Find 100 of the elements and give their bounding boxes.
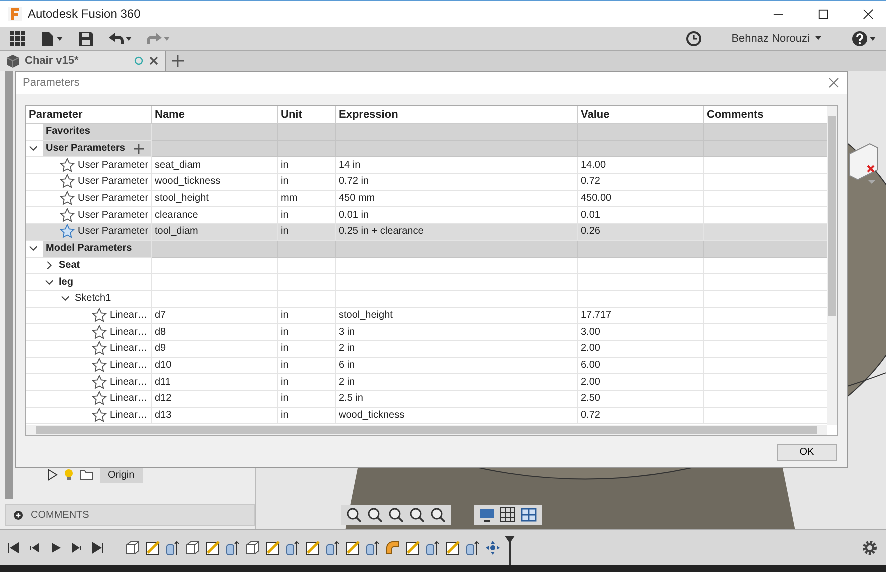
value-cell: 6.00 xyxy=(578,358,704,374)
sketch-feature-icon[interactable] xyxy=(405,540,421,556)
sketch-feature-icon[interactable] xyxy=(305,540,321,556)
sketch-feature-icon[interactable] xyxy=(145,540,161,556)
expression-cell: 6 in xyxy=(336,358,578,374)
close-tab-icon[interactable] xyxy=(149,56,159,66)
star-icon[interactable] xyxy=(92,341,107,356)
extrude-feature-icon[interactable] xyxy=(325,540,341,556)
box-feature-icon[interactable] xyxy=(125,540,141,556)
grid-icon[interactable] xyxy=(500,507,516,523)
last-icon[interactable] xyxy=(92,542,104,554)
parameter-type: User Parameter xyxy=(78,176,149,188)
star-icon[interactable] xyxy=(92,408,107,424)
fillet-feature-icon[interactable] xyxy=(385,540,401,556)
move-feature-icon[interactable] xyxy=(485,540,501,556)
group-label[interactable]: User Parameters xyxy=(43,140,151,156)
box-feature-icon[interactable] xyxy=(245,540,261,556)
parameter-row[interactable]: Linear… d7 in stool_height 17.717 xyxy=(26,308,827,324)
parameter-row[interactable]: User Parameter tool_diam in 0.25 in + clearance 0.26 xyxy=(26,224,827,241)
parameter-row[interactable]: Linear… d9 in 2 in 2.00 xyxy=(26,340,827,358)
expand-triangle-icon[interactable] xyxy=(48,469,58,481)
cube-icon xyxy=(6,54,20,68)
star-icon[interactable] xyxy=(60,174,75,190)
settings-icon[interactable] xyxy=(862,540,878,556)
browser-item[interactable]: Origin xyxy=(100,468,143,482)
chevron-icon[interactable] xyxy=(29,144,38,154)
unit-cell: in xyxy=(278,224,336,241)
viewports-icon[interactable] xyxy=(521,507,537,523)
group-label[interactable]: Model Parameters xyxy=(43,240,151,256)
parameter-row[interactable]: Linear… d11 in 2 in 2.00 xyxy=(26,374,827,391)
save-icon[interactable] xyxy=(78,30,94,46)
sketch-feature-icon[interactable] xyxy=(205,540,221,556)
chevron-icon[interactable] xyxy=(45,278,54,287)
tree-node-label[interactable]: leg xyxy=(59,276,74,288)
extrude-feature-icon[interactable] xyxy=(165,540,181,556)
extrude-feature-icon[interactable] xyxy=(285,540,301,556)
close-dialog-icon[interactable] xyxy=(829,78,839,88)
timeline-marker-icon[interactable] xyxy=(505,536,515,566)
ok-button[interactable]: OK xyxy=(777,444,837,461)
group-label[interactable]: Favorites xyxy=(43,124,151,140)
sketch-feature-icon[interactable] xyxy=(265,540,281,556)
star-icon[interactable] xyxy=(92,308,107,323)
star-icon[interactable] xyxy=(92,391,107,406)
tree-node-label[interactable]: Seat xyxy=(59,260,80,271)
prev-icon[interactable] xyxy=(29,542,41,554)
clock-icon[interactable] xyxy=(686,30,702,46)
horizontal-scrollbar[interactable] xyxy=(26,425,827,435)
user-menu[interactable]: Behnaz Norouzi xyxy=(726,32,828,44)
parameter-row[interactable]: User Parameter seat_diam in 14 in 14.00 xyxy=(26,157,827,174)
app-grid-icon[interactable] xyxy=(10,30,26,46)
first-icon[interactable] xyxy=(8,542,20,554)
unit-cell: mm xyxy=(278,190,336,208)
add-comment-icon[interactable] xyxy=(14,510,23,520)
star-icon[interactable] xyxy=(92,324,107,340)
play-icon[interactable] xyxy=(50,542,62,554)
parameter-row[interactable]: Linear… d10 in 6 in 6.00 xyxy=(26,358,827,374)
star-icon[interactable] xyxy=(60,191,75,206)
star-icon[interactable] xyxy=(60,208,75,223)
star-icon[interactable] xyxy=(60,158,75,173)
extrude-feature-icon[interactable] xyxy=(365,540,381,556)
star-icon[interactable] xyxy=(92,358,107,373)
close-button[interactable] xyxy=(863,8,874,20)
zoom-window-icon[interactable] xyxy=(430,507,446,523)
help-icon[interactable] xyxy=(852,30,876,46)
parameter-row[interactable]: Linear… d8 in 3 in 3.00 xyxy=(26,324,827,341)
display-settings-icon[interactable] xyxy=(479,507,495,523)
parameter-row[interactable]: Linear… d12 in 2.5 in 2.50 xyxy=(26,391,827,408)
maximize-button[interactable] xyxy=(818,8,829,20)
undo-icon[interactable] xyxy=(108,30,132,46)
add-icon[interactable] xyxy=(134,144,144,154)
next-icon[interactable] xyxy=(71,542,83,554)
file-menu-icon[interactable] xyxy=(40,30,64,46)
parameter-row[interactable]: User Parameter wood_tickness in 0.72 in 0.72 xyxy=(26,174,827,191)
document-tab[interactable]: Chair v15* xyxy=(0,51,166,71)
circle-icon xyxy=(134,56,144,66)
light-bulb-icon[interactable] xyxy=(64,469,74,481)
expression-cell: 3 in xyxy=(336,324,578,341)
value-cell: 2.00 xyxy=(578,374,704,391)
expression-cell: wood_tickness xyxy=(336,408,578,424)
extrude-feature-icon[interactable] xyxy=(225,540,241,556)
new-tab-icon[interactable] xyxy=(172,55,184,67)
zoom-icon[interactable] xyxy=(409,507,425,523)
browser-scrollbar[interactable] xyxy=(5,71,13,499)
extrude-feature-icon[interactable] xyxy=(465,540,481,556)
dialog-title: Parameters xyxy=(23,77,80,89)
empty-cell xyxy=(278,274,336,291)
star-icon[interactable] xyxy=(92,374,107,390)
star-icon[interactable] xyxy=(60,224,75,240)
chevron-icon[interactable] xyxy=(61,294,70,304)
extrude-feature-icon[interactable] xyxy=(425,540,441,556)
sketch-feature-icon[interactable] xyxy=(345,540,361,556)
chevron-icon[interactable] xyxy=(45,260,54,270)
parameter-row[interactable]: User Parameter stool_height mm 450 mm 450.00 xyxy=(26,190,827,208)
value-cell: 0.72 xyxy=(578,408,704,424)
tree-node-label[interactable]: Sketch1 xyxy=(75,293,112,304)
chevron-icon[interactable] xyxy=(29,244,38,254)
vertical-scrollbar[interactable] xyxy=(827,106,837,425)
parameter-row[interactable]: Linear… d13 in wood_tickness 0.72 xyxy=(26,408,827,424)
box-feature-icon[interactable] xyxy=(185,540,201,556)
sketch-feature-icon[interactable] xyxy=(445,540,461,556)
